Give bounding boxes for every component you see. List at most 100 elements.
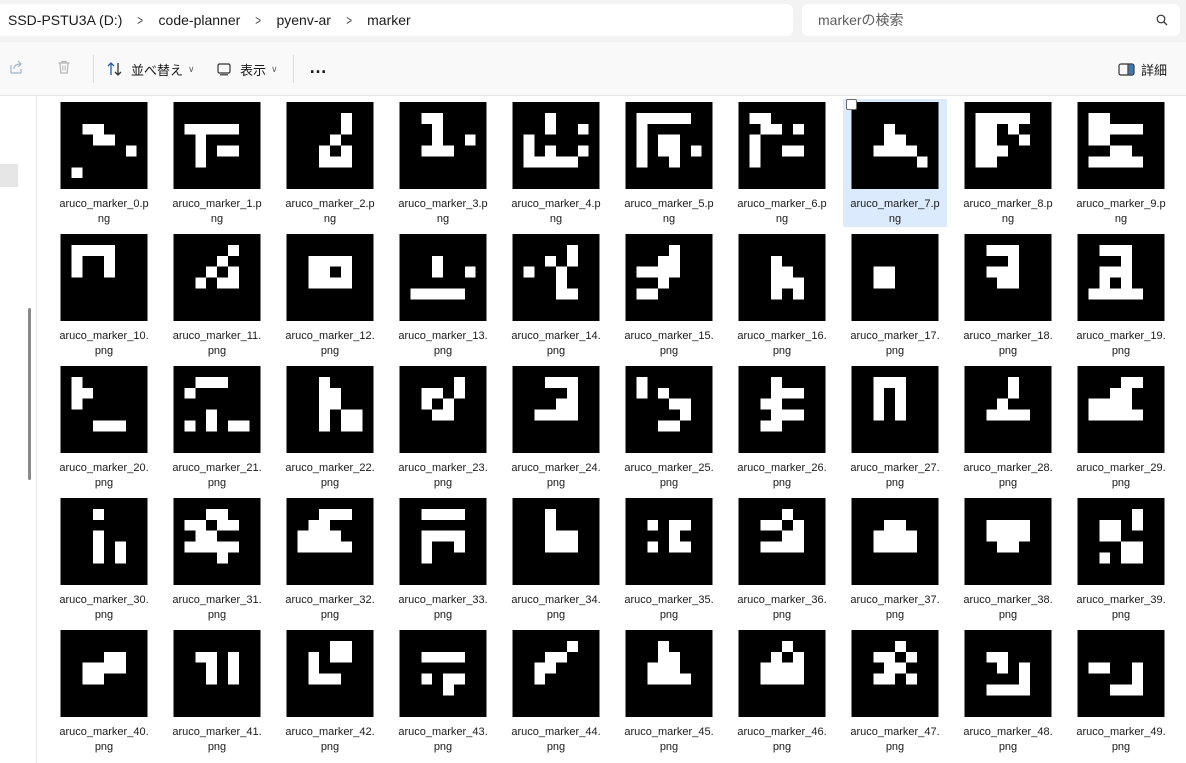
file-item[interactable]: aruco_marker_17. png [843, 231, 947, 359]
file-item[interactable]: aruco_marker_3.p ng [391, 99, 495, 227]
file-name-line1: aruco_marker_44. [511, 726, 601, 738]
aruco-marker-thumbnail [625, 366, 713, 453]
file-item[interactable]: aruco_marker_11. png [165, 231, 269, 359]
file-item[interactable]: aruco_marker_37. png [843, 495, 947, 623]
file-item[interactable]: aruco_marker_40. png [52, 627, 156, 755]
search-box[interactable] [802, 4, 1180, 36]
aruco-marker-thumbnail [738, 366, 826, 453]
file-item[interactable]: aruco_marker_49. png [1069, 627, 1173, 755]
file-item[interactable]: aruco_marker_23. png [391, 363, 495, 491]
breadcrumb-drive[interactable]: SSD-PSTU3A (D:) [0, 12, 132, 28]
file-item[interactable]: aruco_marker_26. png [730, 363, 834, 491]
chevron-down-icon: ∨ [188, 63, 195, 74]
file-item[interactable]: aruco_marker_20. png [52, 363, 156, 491]
file-name: aruco_marker_35. png [620, 593, 718, 623]
file-item[interactable]: aruco_marker_2.p ng [278, 99, 382, 227]
file-name-line1: aruco_marker_18. [963, 330, 1053, 342]
aruco-marker-thumbnail [512, 630, 600, 717]
file-item[interactable]: aruco_marker_48. png [956, 627, 1060, 755]
nav-scrollbar-thumb[interactable] [28, 308, 31, 480]
search-icon[interactable] [1156, 14, 1168, 26]
breadcrumb-pyenv-ar[interactable]: pyenv-ar [266, 12, 340, 28]
file-item[interactable]: aruco_marker_27. png [843, 363, 947, 491]
file-item[interactable]: aruco_marker_33. png [391, 495, 495, 623]
file-item[interactable]: aruco_marker_6.p ng [730, 99, 834, 227]
file-name-line2: ng [1114, 213, 1128, 225]
file-item[interactable]: aruco_marker_25. png [617, 363, 721, 491]
file-item[interactable]: aruco_marker_30. png [52, 495, 156, 623]
aruco-marker-thumbnail [286, 102, 374, 189]
file-item[interactable]: aruco_marker_0.p ng [52, 99, 156, 227]
file-name-line1: aruco_marker_1.p [172, 198, 262, 210]
file-item[interactable]: aruco_marker_14. png [504, 231, 608, 359]
file-name: aruco_marker_12. png [281, 329, 379, 359]
file-name-line2: png [94, 741, 114, 753]
file-item[interactable]: aruco_marker_32. png [278, 495, 382, 623]
navigation-pane[interactable] [0, 96, 37, 763]
file-name-line1: aruco_marker_35. [624, 594, 714, 606]
file-name-line2: png [433, 741, 453, 753]
aruco-marker-thumbnail [851, 630, 939, 717]
file-item[interactable]: aruco_marker_13. png [391, 231, 495, 359]
file-item[interactable]: aruco_marker_16. png [730, 231, 834, 359]
file-item[interactable]: aruco_marker_21. png [165, 363, 269, 491]
file-name-line2: png [94, 609, 114, 621]
breadcrumb-code-planner[interactable]: code-planner [149, 12, 251, 28]
file-item[interactable]: aruco_marker_29. png [1069, 363, 1173, 491]
view-button[interactable]: 表示 ∨ [217, 56, 278, 82]
file-item[interactable]: aruco_marker_5.p ng [617, 99, 721, 227]
file-name: aruco_marker_23. png [394, 461, 492, 491]
aruco-marker-thumbnail [851, 234, 939, 321]
share-icon[interactable] [8, 59, 24, 75]
file-name-line2: png [546, 609, 566, 621]
file-item[interactable]: aruco_marker_8.p ng [956, 99, 1060, 227]
file-item[interactable]: aruco_marker_4.p ng [504, 99, 608, 227]
file-item[interactable]: aruco_marker_34. png [504, 495, 608, 623]
file-item[interactable]: aruco_marker_38. png [956, 495, 1060, 623]
file-item[interactable]: aruco_marker_24. png [504, 363, 608, 491]
chevron-right-icon[interactable]: > [343, 12, 354, 28]
file-item[interactable]: aruco_marker_19. png [1069, 231, 1173, 359]
file-item[interactable]: aruco_marker_10. png [52, 231, 156, 359]
chevron-right-icon[interactable]: > [135, 12, 146, 28]
more-options-button[interactable]: … [309, 54, 328, 80]
file-item[interactable]: aruco_marker_44. png [504, 627, 608, 755]
file-item[interactable]: aruco_marker_7.p ng [843, 99, 947, 227]
aruco-marker-thumbnail [286, 630, 374, 717]
trash-icon[interactable] [56, 59, 72, 75]
file-item[interactable]: aruco_marker_39. png [1069, 495, 1173, 623]
file-item[interactable]: aruco_marker_12. png [278, 231, 382, 359]
file-name-line1: aruco_marker_7.p [850, 198, 940, 210]
file-item[interactable]: aruco_marker_47. png [843, 627, 947, 755]
file-item[interactable]: aruco_marker_1.p ng [165, 99, 269, 227]
sort-button[interactable]: 並べ替え ∨ [106, 56, 195, 82]
file-item[interactable]: aruco_marker_18. png [956, 231, 1060, 359]
aruco-marker-thumbnail [173, 234, 261, 321]
file-item[interactable]: aruco_marker_9.p ng [1069, 99, 1173, 227]
file-item[interactable]: aruco_marker_45. png [617, 627, 721, 755]
file-item[interactable]: aruco_marker_41. png [165, 627, 269, 755]
file-name-line2: png [1111, 609, 1131, 621]
file-item[interactable]: aruco_marker_28. png [956, 363, 1060, 491]
nav-selected-item[interactable] [0, 164, 18, 187]
file-item[interactable]: aruco_marker_35. png [617, 495, 721, 623]
file-item[interactable]: aruco_marker_31. png [165, 495, 269, 623]
file-item[interactable]: aruco_marker_46. png [730, 627, 834, 755]
file-name: aruco_marker_28. png [959, 461, 1057, 491]
file-item[interactable]: aruco_marker_22. png [278, 363, 382, 491]
file-name: aruco_marker_31. png [168, 593, 266, 623]
breadcrumb: SSD-PSTU3A (D:) > code-planner > pyenv-a… [0, 4, 793, 36]
chevron-right-icon[interactable]: > [253, 12, 264, 28]
aruco-marker-thumbnail [1077, 366, 1165, 453]
details-pane-button[interactable]: 詳細 [1118, 56, 1167, 82]
file-name-line2: ng [323, 213, 337, 225]
file-name-line1: aruco_marker_41. [172, 726, 262, 738]
select-checkbox[interactable] [846, 99, 857, 110]
search-input[interactable] [816, 11, 1140, 29]
file-item[interactable]: aruco_marker_15. png [617, 231, 721, 359]
file-item[interactable]: aruco_marker_42. png [278, 627, 382, 755]
breadcrumb-marker[interactable]: marker [357, 12, 421, 28]
file-name-line2: png [1111, 345, 1131, 357]
file-item[interactable]: aruco_marker_36. png [730, 495, 834, 623]
file-item[interactable]: aruco_marker_43. png [391, 627, 495, 755]
